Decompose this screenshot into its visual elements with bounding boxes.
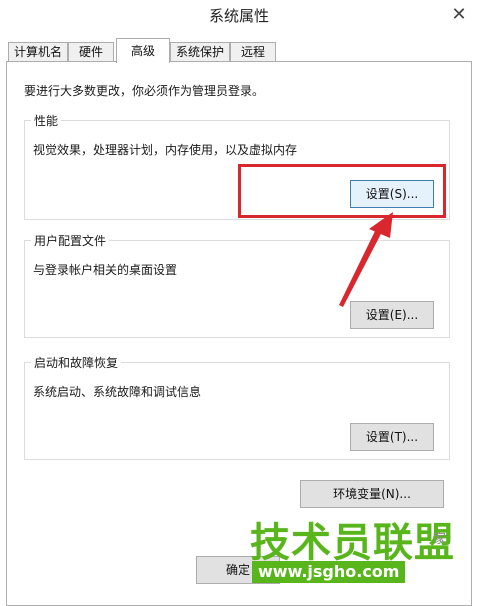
tab-hardware[interactable]: 硬件 <box>68 42 114 62</box>
tab-computer-name[interactable]: 计算机名 <box>8 42 68 62</box>
close-icon[interactable]: ✕ <box>448 4 470 26</box>
watermark-tag: 家 <box>433 532 447 547</box>
startup-recovery-title: 启动和故障恢复 <box>31 354 122 371</box>
tab-remote[interactable]: 远程 <box>230 42 276 62</box>
startup-recovery-desc: 系统启动、系统故障和调试信息 <box>33 385 202 399</box>
tab-advanced[interactable]: 高级 <box>116 38 170 63</box>
watermark-text: 技术员联盟 <box>250 520 455 566</box>
performance-title: 性能 <box>31 112 62 129</box>
tab-strip: 计算机名 硬件 高级 系统保护 远程 <box>6 38 472 63</box>
user-profiles-title: 用户配置文件 <box>31 232 110 249</box>
environment-variables-button[interactable]: 环境变量(N)... <box>300 480 444 508</box>
user-profiles-desc: 与登录帐户相关的桌面设置 <box>33 263 178 277</box>
tab-system-protection[interactable]: 系统保护 <box>170 42 230 62</box>
watermark-url: www.jsgho.com <box>252 561 406 583</box>
admin-note: 要进行大多数更改，你必须作为管理员登录。 <box>24 84 265 98</box>
window-title: 系统属性 <box>208 7 269 25</box>
performance-desc: 视觉效果，处理器计划，内存使用，以及虚拟内存 <box>33 143 298 157</box>
annotation-highlight-box <box>238 164 446 218</box>
startup-recovery-settings-button[interactable]: 设置(T)... <box>350 423 434 451</box>
title-bar: 系统属性 ✕ <box>0 0 478 30</box>
user-profiles-settings-button[interactable]: 设置(E)... <box>350 301 434 329</box>
